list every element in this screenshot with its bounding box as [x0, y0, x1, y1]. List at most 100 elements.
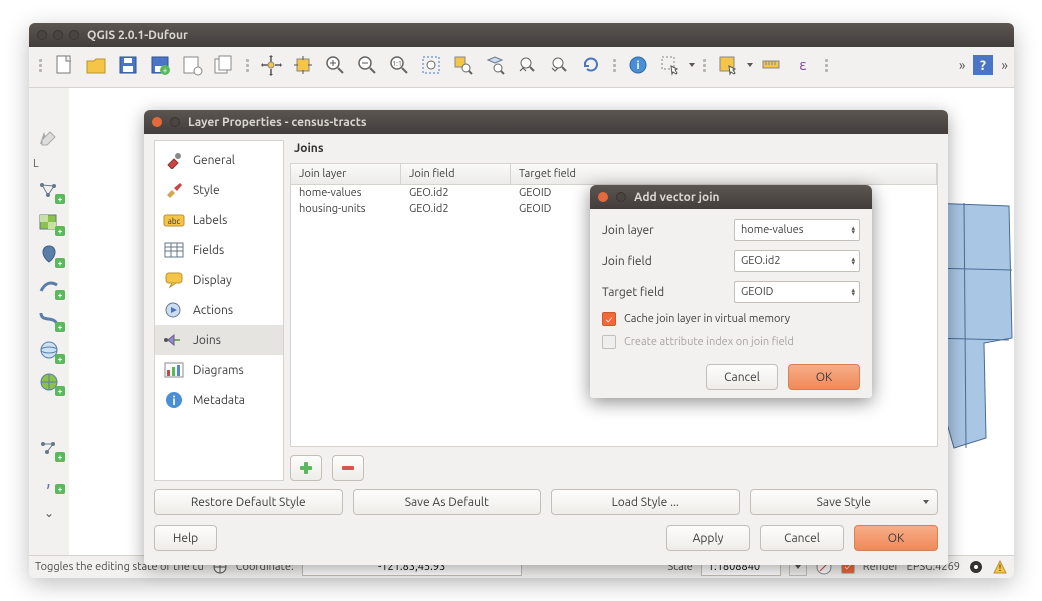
toolbar-grip-icon[interactable]	[244, 52, 251, 78]
save-as-icon[interactable]: +	[146, 51, 174, 79]
window-button-icon[interactable]	[616, 192, 626, 202]
zoom-next-icon[interactable]	[545, 51, 573, 79]
join-field-combo[interactable]: GEO.id2▴▾	[734, 250, 860, 272]
nav-diagrams[interactable]: Diagrams	[155, 355, 283, 385]
save-icon[interactable]	[114, 51, 142, 79]
toolbar-grip-icon[interactable]	[701, 52, 708, 78]
svg-text:abc: abc	[168, 217, 181, 226]
gear-play-icon	[163, 300, 185, 320]
new-composer-icon[interactable]	[178, 51, 206, 79]
side-toolbar: L + + + + + + + + ,+ ⌄	[29, 88, 69, 555]
apply-button[interactable]: Apply	[666, 525, 750, 551]
wrench-icon	[163, 150, 185, 170]
main-title: QGIS 2.0.1-Dufour	[87, 29, 188, 42]
add-vector-icon[interactable]: +	[35, 178, 63, 202]
toolbar-grip-icon[interactable]	[46, 92, 53, 118]
help-icon[interactable]: ?	[969, 51, 997, 79]
cancel-button[interactable]: Cancel	[706, 364, 778, 390]
add-oracle-icon[interactable]: +	[35, 338, 63, 362]
refresh-icon[interactable]	[577, 51, 605, 79]
zoom-selection-icon[interactable]	[449, 51, 477, 79]
main-titlebar[interactable]: QGIS 2.0.1-Dufour	[29, 23, 1014, 47]
chevron-down-icon[interactable]	[747, 63, 753, 67]
target-field-combo[interactable]: GEOID▴▾	[734, 281, 860, 303]
pan-to-selection-icon[interactable]	[289, 51, 317, 79]
identify-icon[interactable]: i	[624, 51, 652, 79]
help-button[interactable]: Help	[154, 525, 217, 551]
minimize-icon[interactable]	[53, 30, 63, 40]
close-icon[interactable]	[152, 117, 162, 127]
save-default-button[interactable]: Save As Default	[353, 489, 542, 515]
nav-style[interactable]: Style	[155, 175, 283, 205]
nav-labels[interactable]: abcLabels	[155, 205, 283, 235]
nav-joins[interactable]: Joins	[155, 325, 283, 355]
zoom-layer-icon[interactable]	[481, 51, 509, 79]
join-layer-combo[interactable]: home-values▴▾	[734, 219, 860, 241]
cache-checkbox[interactable]	[602, 312, 616, 326]
chevron-down-icon[interactable]	[689, 63, 695, 67]
window-button-icon[interactable]	[170, 117, 180, 127]
index-checkbox	[602, 335, 616, 349]
add-wms-icon[interactable]: +	[35, 370, 63, 394]
add-raster-icon[interactable]: +	[35, 210, 63, 234]
dialog-titlebar[interactable]: Add vector join	[590, 185, 872, 209]
zoom-last-icon[interactable]	[513, 51, 541, 79]
overflow-icon[interactable]: ⌄	[44, 506, 54, 520]
crs-status-icon[interactable]	[968, 559, 984, 575]
properties-nav: General Style abcLabels Fields Display A…	[154, 140, 284, 481]
add-delimited-icon[interactable]: ,+	[35, 468, 63, 492]
composer-manager-icon[interactable]	[210, 51, 238, 79]
cancel-button[interactable]: Cancel	[760, 525, 844, 551]
label-icon: abc	[163, 210, 185, 230]
expression-icon[interactable]: ε	[789, 51, 817, 79]
new-project-icon[interactable]	[50, 51, 78, 79]
nav-fields[interactable]: Fields	[155, 235, 283, 265]
nav-actions[interactable]: Actions	[155, 295, 283, 325]
add-csv-icon[interactable]: +	[35, 436, 63, 460]
restore-style-button[interactable]: Restore Default Style	[154, 489, 343, 515]
pan-icon[interactable]	[257, 51, 285, 79]
save-style-button[interactable]: Save Style	[750, 489, 939, 515]
toolbar-grip-icon[interactable]	[823, 52, 830, 78]
overflow-icon[interactable]: »	[959, 57, 966, 73]
table-header: Join layer Join field Target field	[291, 164, 937, 185]
zoom-out-icon[interactable]	[353, 51, 381, 79]
content-title: Joins	[290, 140, 938, 163]
measure-icon[interactable]	[757, 51, 785, 79]
toolbar-grip-icon[interactable]	[611, 52, 618, 78]
zoom-native-icon[interactable]: 1:1	[385, 51, 413, 79]
svg-text:i: i	[636, 60, 639, 72]
svg-text:ε: ε	[799, 56, 807, 73]
log-messages-icon[interactable]: !	[992, 559, 1008, 575]
add-mssql-icon[interactable]: +	[35, 306, 63, 330]
table-icon	[163, 240, 185, 260]
ok-button[interactable]: OK	[788, 364, 860, 390]
select-icon[interactable]	[656, 51, 684, 79]
remove-join-button[interactable]	[332, 455, 364, 481]
target-field-label: Target field	[602, 286, 664, 299]
nav-general[interactable]: General	[155, 145, 283, 175]
deselect-icon[interactable]	[714, 51, 742, 79]
ok-button[interactable]: OK	[854, 525, 938, 551]
dialog-titlebar[interactable]: Layer Properties - census-tracts	[144, 110, 948, 134]
maximize-icon[interactable]	[69, 30, 79, 40]
edit-toggle-icon[interactable]	[35, 126, 63, 150]
tooltip-icon	[163, 270, 185, 290]
zoom-full-icon[interactable]	[417, 51, 445, 79]
toolbar-grip-icon[interactable]	[37, 52, 44, 78]
close-icon[interactable]	[37, 30, 47, 40]
overflow-icon[interactable]: »	[1001, 57, 1008, 73]
add-postgis-icon[interactable]: +	[35, 242, 63, 266]
add-vector-join-dialog: Add vector join Join layer home-values▴▾…	[590, 185, 872, 398]
add-join-button[interactable]	[290, 455, 322, 481]
nav-metadata[interactable]: iMetadata	[155, 385, 283, 415]
close-icon[interactable]	[598, 192, 608, 202]
add-spatialite-icon[interactable]: +	[35, 274, 63, 298]
layers-panel-label: L	[29, 158, 69, 170]
nav-display[interactable]: Display	[155, 265, 283, 295]
toolbar-grip-icon[interactable]	[46, 402, 53, 428]
open-project-icon[interactable]	[82, 51, 110, 79]
load-style-button[interactable]: Load Style ...	[551, 489, 740, 515]
zoom-in-icon[interactable]	[321, 51, 349, 79]
svg-text:,: ,	[46, 470, 51, 490]
